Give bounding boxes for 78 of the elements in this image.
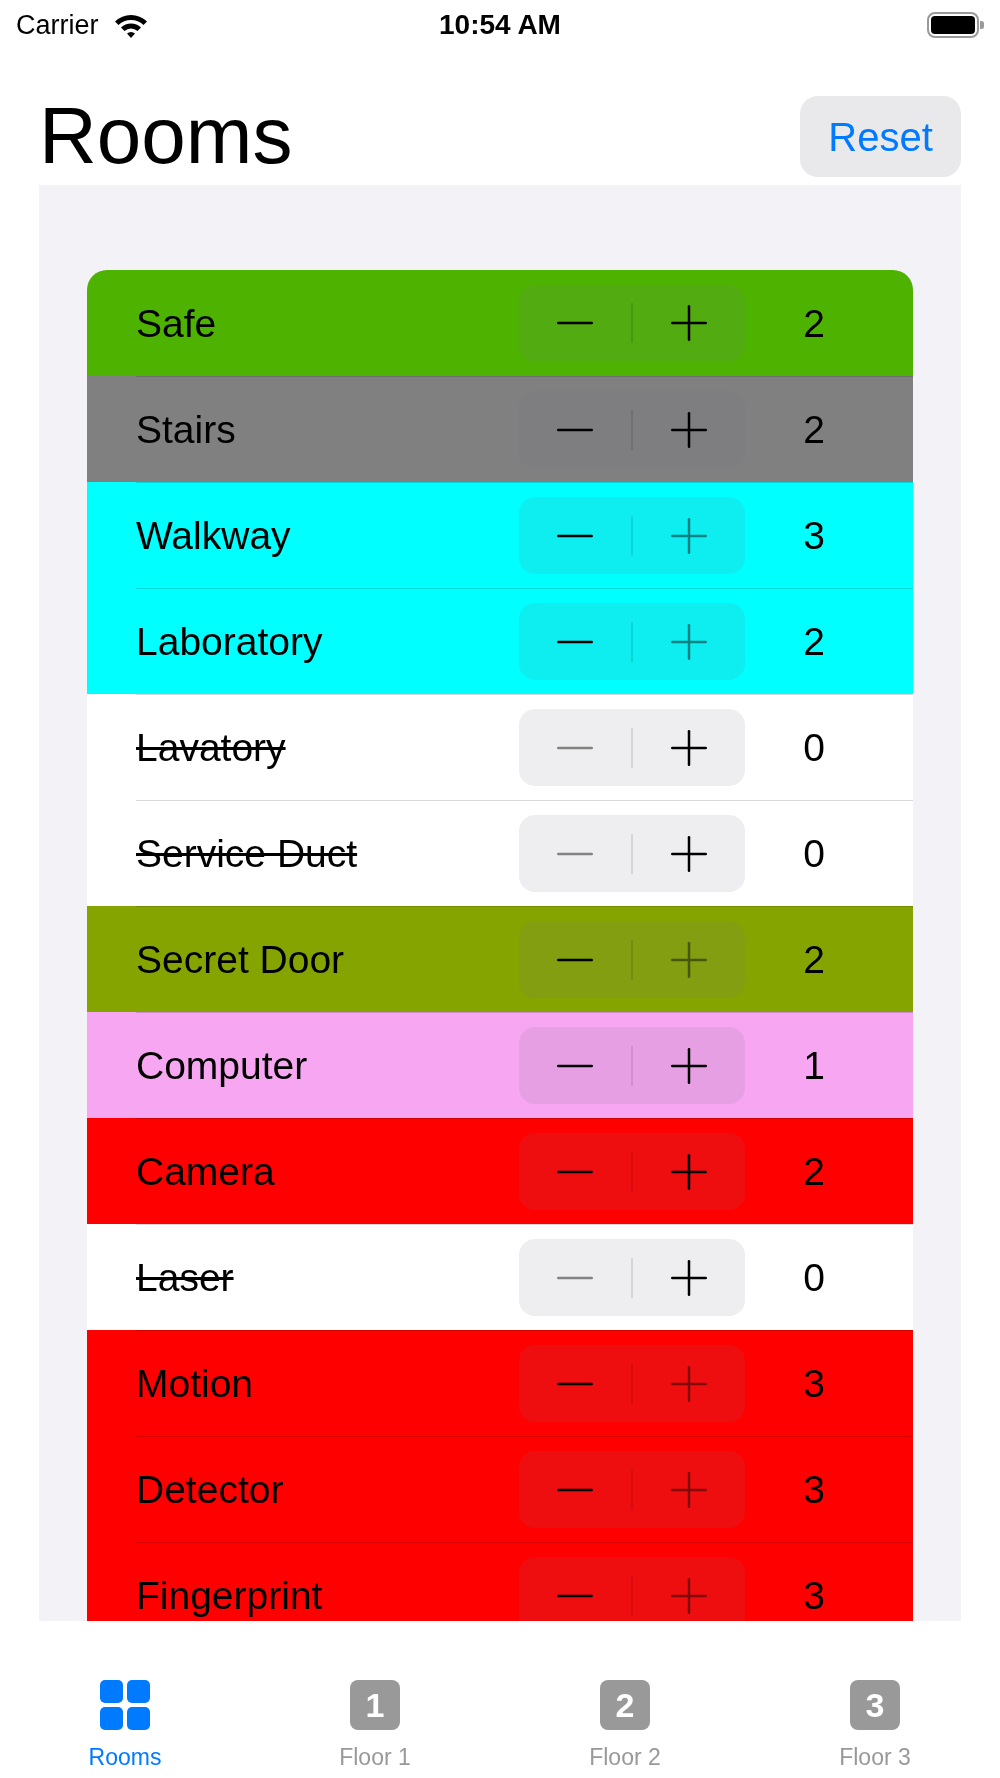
minus-icon (557, 745, 594, 750)
stepper[interactable] (519, 921, 746, 998)
room-name: Computer (136, 1046, 308, 1085)
minus-icon (557, 321, 594, 325)
stepper[interactable] (519, 709, 746, 786)
room-name: Secret Door (136, 940, 345, 979)
minus-icon (557, 1063, 594, 1068)
tab-item[interactable]: 3 Floor 3 (750, 1621, 1000, 1778)
room-count: 3 (803, 1470, 825, 1509)
number-badge: 3 (850, 1680, 900, 1730)
plus-icon (671, 411, 708, 448)
minus-icon (557, 1487, 594, 1492)
tab-item[interactable]: 1 Floor 1 (250, 1621, 500, 1778)
room-name: Lavatory (136, 728, 286, 767)
room-count: 3 (803, 1364, 825, 1403)
stepper[interactable] (519, 1133, 746, 1210)
stepper[interactable] (519, 1451, 746, 1528)
stepper[interactable] (519, 603, 746, 680)
room-count: 0 (803, 728, 825, 767)
minus-icon (557, 533, 594, 538)
stepper[interactable] (519, 1557, 746, 1621)
battery-icon (927, 12, 984, 38)
room-name: Walkway (136, 516, 291, 555)
room-count: 2 (803, 940, 825, 979)
room-name: Motion (136, 1364, 254, 1403)
room-name: Laser (136, 1258, 234, 1297)
plus-icon (671, 1259, 708, 1296)
plus-icon (671, 1047, 708, 1084)
page-title: Rooms (39, 96, 293, 176)
room-count: 0 (803, 1258, 825, 1297)
room-count: 2 (803, 303, 825, 343)
room-count: 3 (803, 516, 825, 555)
number-badge: 1 (350, 1680, 400, 1730)
room-name: Fingerprint (136, 1576, 323, 1615)
minus-icon (557, 1275, 594, 1280)
plus-icon (671, 941, 708, 978)
tab-item[interactable]: 2 Floor 2 (500, 1621, 750, 1778)
room-count: 3 (803, 1576, 825, 1615)
minus-icon (557, 639, 594, 644)
plus-icon (671, 835, 708, 872)
minus-icon (557, 1169, 594, 1174)
stepper[interactable] (519, 1239, 746, 1316)
minus-icon (557, 1593, 594, 1598)
tab-item[interactable]: Rooms (0, 1621, 250, 1778)
room-name: Detector (136, 1470, 284, 1509)
stepper[interactable] (519, 815, 746, 892)
minus-icon (557, 427, 594, 432)
stepper[interactable] (519, 497, 746, 574)
wifi-icon (113, 12, 148, 38)
grid-icon (100, 1680, 150, 1730)
plus-icon (671, 1365, 708, 1402)
room-count: 2 (803, 410, 825, 449)
plus-icon (671, 1577, 708, 1614)
room-count: 2 (803, 622, 825, 661)
minus-icon (557, 851, 594, 856)
stepper[interactable] (519, 1345, 746, 1422)
status-time: 10:54 AM (439, 11, 561, 39)
room-name: Laboratory (136, 622, 323, 661)
room-name: Service Duct (136, 834, 358, 873)
minus-icon (557, 1381, 594, 1386)
plus-icon (671, 305, 708, 341)
plus-icon (671, 517, 708, 554)
plus-icon (671, 1153, 708, 1190)
number-badge: 2 (600, 1680, 650, 1730)
plus-icon (671, 729, 708, 766)
room-count: 1 (803, 1046, 825, 1085)
carrier-label: Carrier (16, 11, 99, 39)
stepper[interactable] (519, 1027, 746, 1104)
room-name: Camera (136, 1152, 275, 1191)
plus-icon (671, 1471, 708, 1508)
reset-button[interactable]: Reset (800, 96, 961, 177)
plus-icon (671, 623, 708, 660)
room-count: 2 (803, 1152, 825, 1191)
minus-icon (557, 957, 594, 962)
room-name: Stairs (136, 410, 236, 449)
room-count: 0 (803, 834, 825, 873)
room-name: Safe (136, 303, 217, 343)
stepper[interactable] (519, 284, 746, 362)
